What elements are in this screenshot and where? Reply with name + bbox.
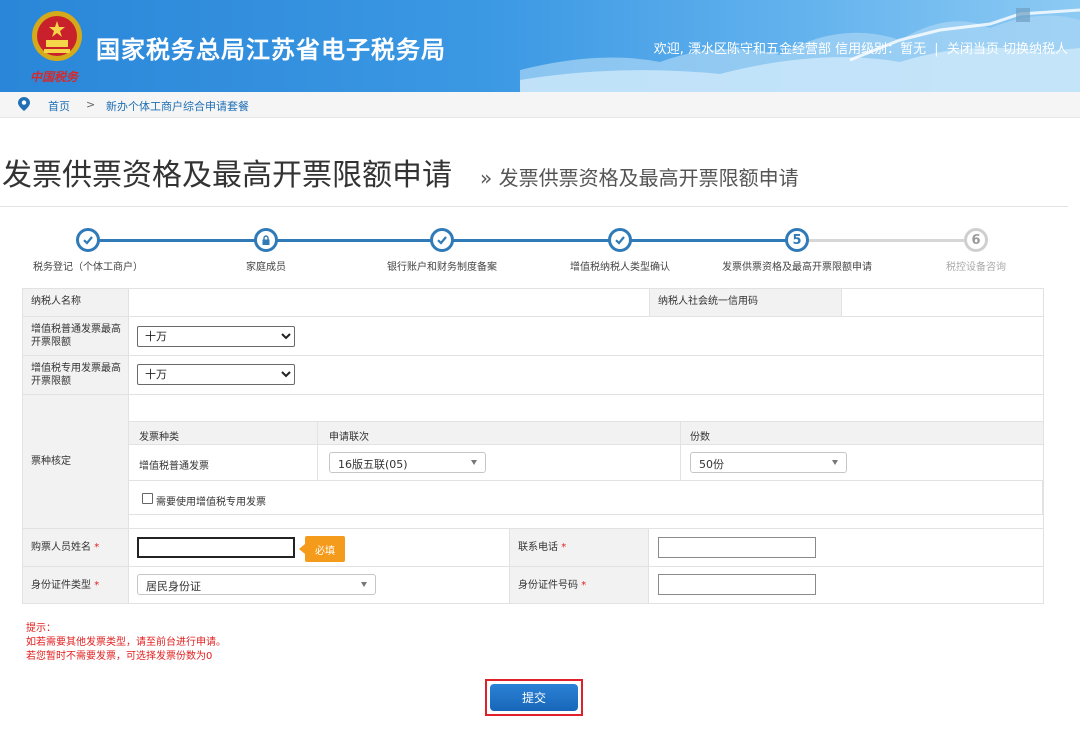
phone-label-text: 联系电话 [518, 542, 558, 553]
buyer-name-input[interactable] [137, 537, 295, 558]
buyer-name-label: 购票人员姓名 * [23, 529, 129, 566]
id-type-label: 身份证件类型 * [23, 567, 129, 603]
application-form: 纳税人名称 纳税人社会统一信用码 增值税普通发票最高开票限额 十万 增值税专用发… [22, 288, 1044, 604]
tips-title: 提示： [26, 623, 56, 634]
submit-button[interactable]: 提交 [490, 684, 578, 711]
column-divider [1042, 481, 1043, 515]
required-hint-tooltip: 必填 [299, 536, 345, 562]
step-2-label: 家庭成员 [246, 262, 286, 273]
special-invoice-label: 需要使用增值税专用发票 [156, 497, 266, 508]
dropdown-arrow-icon [361, 582, 367, 587]
id-type-label-text: 身份证件类型 [31, 579, 91, 591]
national-emblem-icon [32, 11, 82, 61]
title-divider [0, 206, 1068, 207]
header-banner: 中国税务 国家税务总局江苏省电子税务局 欢迎, 溧水区陈守和五金经营部 信用级别… [0, 0, 1080, 92]
step-6-label: 税控设备咨询 [946, 262, 1006, 273]
ticket-table: 发票种类 申请联次 份数 增值税普通发票 16版五联(05) 50份 需要使用增… [129, 405, 1043, 523]
dropdown-arrow-icon [471, 460, 477, 465]
id-number-input[interactable] [658, 574, 816, 595]
required-asterisk: * [94, 542, 100, 553]
step-3-label: 银行账户和财务制度备案 [387, 262, 497, 273]
buyer-name-label-text: 购票人员姓名 [31, 542, 91, 553]
dropdown-arrow-icon [832, 460, 838, 465]
required-asterisk: * [94, 579, 100, 591]
tips-line-2: 若您暂时不需要发票，可选择发票份数为0 [26, 651, 213, 662]
taxpayer-name-label: 纳税人名称 [23, 289, 129, 316]
ticket-type-row: 票种核定 发票种类 申请联次 份数 增值税普通发票 16版五联(05) 50份 [23, 395, 1043, 529]
vat-special-limit-row: 增值税专用发票最高开票限额 十万 [23, 356, 1043, 395]
credit-code-label: 纳税人社会统一信用码 [649, 289, 842, 316]
header-count: 份数 [690, 432, 710, 443]
step-5-label: 发票供票资格及最高开票限额申请 [722, 262, 872, 273]
tips-box: 提示： 如若需要其他发票类型，请至前台进行申请。 若您暂时不需要发票，可选择发票… [26, 622, 226, 664]
welcome-text: 欢迎, 溧水区陈守和五金经营部 [653, 42, 831, 57]
step-4-label: 增值税纳税人类型确认 [570, 262, 670, 273]
vat-normal-limit-select[interactable]: 十万 [137, 326, 295, 347]
id-type-dropdown[interactable]: 居民身份证 [137, 574, 376, 595]
copies-value: 16版五联(05) [338, 458, 408, 471]
check-icon [615, 236, 625, 245]
step-6-node: 6 [964, 228, 988, 252]
user-bar: 欢迎, 溧水区陈守和五金经营部 信用级别：暂无 | 关闭当页 切换纳税人 [654, 38, 1068, 57]
buyer-row: 购票人员姓名 * 联系电话 * [23, 529, 1043, 567]
vat-normal-limit-row: 增值税普通发票最高开票限额 十万 [23, 317, 1043, 356]
switch-taxpayer-link[interactable]: 切换纳税人 [1003, 42, 1068, 57]
special-invoice-row: 需要使用增值税专用发票 [129, 481, 1043, 515]
step-4-node [608, 228, 632, 252]
step-3-node [430, 228, 454, 252]
step-2-node [254, 228, 278, 252]
breadcrumb-separator: > [86, 98, 96, 111]
header-copies: 申请联次 [329, 432, 369, 443]
tips-line-1: 如若需要其他发票类型，请至前台进行申请。 [26, 637, 226, 648]
step-5-node: 5 [785, 228, 809, 252]
location-pin-icon [18, 97, 30, 111]
separator: | [934, 42, 939, 57]
invoice-type-value: 增值税普通发票 [139, 461, 209, 472]
count-value: 50份 [699, 458, 724, 471]
required-asterisk: * [581, 579, 587, 591]
id-type-value: 居民身份证 [146, 580, 201, 593]
vat-special-limit-label: 增值税专用发票最高开票限额 [23, 356, 129, 394]
check-icon [83, 236, 93, 245]
check-icon [437, 236, 447, 245]
tax-logo-text: 中国税务 [30, 70, 79, 84]
ticket-table-row: 增值税普通发票 16版五联(05) 50份 [129, 445, 1043, 481]
ticket-table-header: 发票种类 申请联次 份数 [129, 421, 1043, 445]
submit-highlight-box: 提交 [485, 679, 583, 716]
vat-special-limit-select[interactable]: 十万 [137, 364, 295, 385]
vat-normal-limit-label: 增值税普通发票最高开票限额 [23, 317, 129, 355]
copies-dropdown[interactable]: 16版五联(05) [329, 452, 486, 473]
page-title: 发票供票资格及最高开票限额申请 [2, 158, 452, 193]
breadcrumb-current[interactable]: 新办个体工商户综合申请套餐 [106, 98, 249, 114]
id-number-label: 身份证件号码 * [509, 567, 649, 603]
lock-icon [262, 235, 270, 245]
phone-input[interactable] [658, 537, 816, 558]
close-page-link[interactable]: 关闭当页 [947, 42, 999, 57]
id-number-label-text: 身份证件号码 [518, 579, 578, 591]
step-1-label: 税务登记（个体工商户） [33, 262, 143, 273]
taxpayer-row: 纳税人名称 纳税人社会统一信用码 [23, 289, 1043, 317]
breadcrumb: 首页 > 新办个体工商户综合申请套餐 [0, 92, 1080, 118]
step-progress-todo [797, 239, 976, 242]
id-row: 身份证件类型 * 居民身份证 身份证件号码 * [23, 567, 1043, 603]
required-asterisk: * [561, 542, 567, 553]
special-invoice-checkbox[interactable] [142, 493, 153, 504]
credit-level: 信用级别：暂无 [835, 42, 927, 57]
step-1-node [76, 228, 100, 252]
breadcrumb-home[interactable]: 首页 [48, 98, 70, 114]
count-dropdown[interactable]: 50份 [690, 452, 847, 473]
header-invoice-type: 发票种类 [139, 432, 179, 443]
page-subtitle: » 发票供票资格及最高开票限额申请 [480, 166, 799, 190]
site-title: 国家税务总局江苏省电子税务局 [96, 36, 446, 64]
ticket-type-label: 票种核定 [23, 395, 129, 528]
phone-label: 联系电话 * [509, 529, 649, 566]
